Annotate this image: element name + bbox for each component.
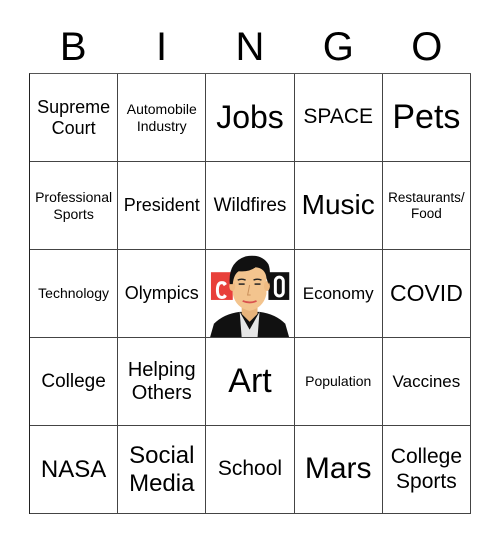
cell-label: Vaccines [392,371,461,391]
bingo-header: B I N G O [29,22,471,72]
header-letter-o: O [411,25,443,69]
cell-label: Professional Sports [35,189,113,222]
bingo-cell[interactable]: COVID [382,250,471,338]
cell-label: NASA [40,455,107,483]
bingo-cell[interactable]: Supreme Court [30,74,119,162]
bingo-cell[interactable]: Olympics [118,250,207,338]
cell-label: Technology [38,285,109,302]
bingo-cell[interactable]: Automobile Industry [118,74,207,162]
cell-label: Art [228,361,272,400]
bingo-cell[interactable]: Music [294,162,383,250]
cell-label: College [41,370,106,392]
news-anchor-portrait-icon [206,250,294,337]
bingo-cell[interactable]: Jobs [206,74,295,162]
header-letter-b: B [59,25,87,69]
cell-label: Mars [304,452,372,486]
cell-label: Population [305,373,372,390]
bingo-cell[interactable]: Professional Sports [30,162,119,250]
bingo-cell[interactable]: Pets [382,74,471,162]
cell-label: COVID [389,280,463,307]
header-letter-i: I [156,25,168,69]
header-letter-n: N [235,25,265,69]
cell-label: Restaurants/ Food [388,189,465,221]
bingo-cell[interactable]: Social Media [118,426,207,514]
cell-label: Supreme Court [37,96,111,138]
bingo-cell[interactable]: College Sports [382,426,471,514]
bingo-cell[interactable]: Vaccines [382,338,471,426]
bingo-cell[interactable]: Wildfires [206,162,295,250]
cell-label: Jobs [216,99,284,136]
cell-label: College Sports [390,445,462,493]
cell-label: SPACE [303,105,374,129]
bingo-cell[interactable]: NASA [30,426,119,514]
cell-label: Economy [302,283,374,303]
cell-label: Music [301,189,375,221]
cell-label: Wildfires [213,194,287,216]
cell-label: Helping Others [127,358,196,404]
cell-label: Pets [392,97,461,136]
cell-label: School [217,457,283,481]
bingo-cell[interactable]: Restaurants/ Food [382,162,471,250]
bingo-cell[interactable]: College [30,338,119,426]
bingo-cell[interactable]: School [206,426,295,514]
free-space-cell[interactable] [206,250,295,338]
cell-label: Olympics [124,283,199,304]
cell-label: Automobile Industry [126,101,197,134]
bingo-cell[interactable]: SPACE [294,74,383,162]
cell-label: President [123,195,200,216]
bingo-cell[interactable]: Economy [294,250,383,338]
bingo-grid: Supreme Court Automobile Industry Jobs S… [29,73,471,514]
bingo-cell[interactable]: Helping Others [118,338,207,426]
bingo-cell[interactable]: Mars [294,426,383,514]
header-letter-g: G [322,25,354,69]
bingo-cell[interactable]: Technology [30,250,119,338]
cell-label: Social Media [129,441,195,497]
bingo-cell[interactable]: Art [206,338,295,426]
bingo-cell[interactable]: President [118,162,207,250]
bingo-cell[interactable]: Population [294,338,383,426]
